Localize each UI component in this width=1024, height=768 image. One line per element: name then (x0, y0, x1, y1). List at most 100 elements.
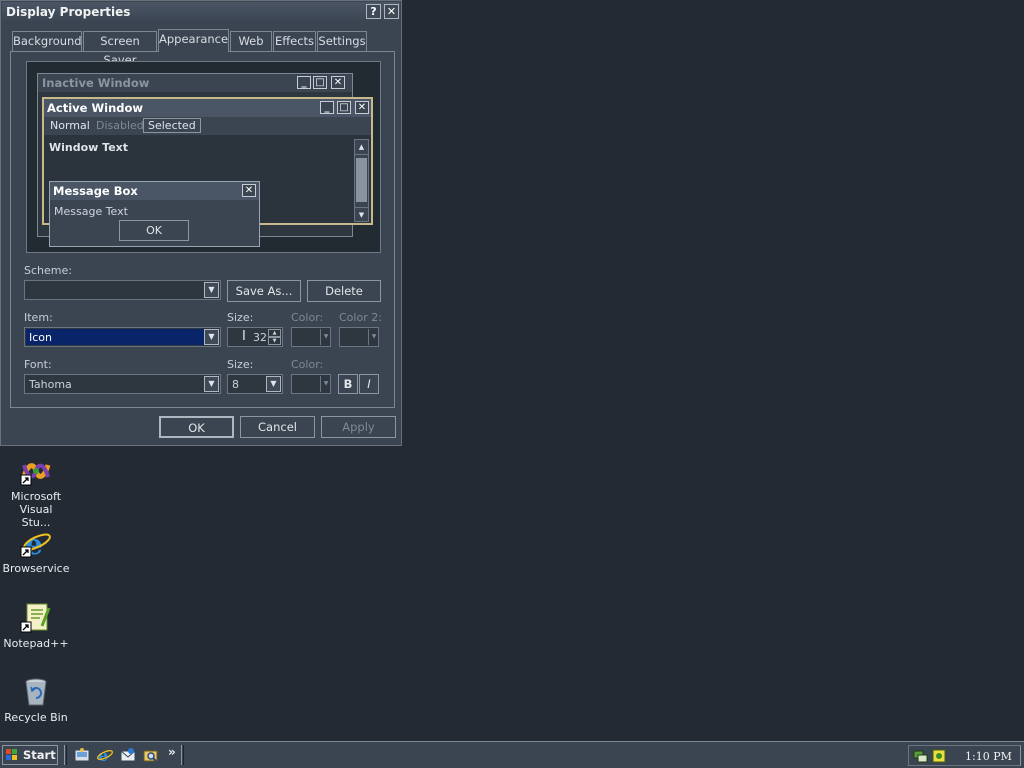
message-box-title: Message Box (53, 184, 138, 198)
tab-background[interactable]: Background (12, 31, 82, 51)
item-select[interactable]: Icon ▼ (24, 327, 221, 347)
item-color-picker: ▼ (291, 327, 331, 347)
item-size-spinner[interactable]: I 32 ▲ ▼ (227, 327, 283, 347)
recycle-bin-icon (20, 676, 52, 708)
font-color-label: Color: (291, 358, 324, 371)
maximize-icon: □ (313, 76, 327, 89)
bold-button[interactable]: B (338, 374, 358, 394)
maximize-icon: □ (337, 101, 351, 114)
internet-explorer-icon: e (20, 527, 52, 561)
message-text: Message Text (54, 205, 128, 218)
font-label: Font: (24, 358, 52, 371)
help-button[interactable]: ? (366, 4, 381, 19)
scroll-down-icon: ▼ (355, 207, 368, 222)
taskbar-grip (64, 745, 67, 765)
menu-selected: Selected (143, 118, 201, 133)
network-icon[interactable] (913, 748, 929, 764)
desktop-icon-label: Notepad++ (3, 637, 69, 650)
dialog-title: Display Properties (6, 5, 131, 19)
window-text: Window Text (49, 141, 129, 154)
item-color2-picker: ▼ (339, 327, 379, 347)
scheme-select[interactable]: ▼ (24, 280, 221, 300)
preview-scrollbar: ▲ ▼ (354, 139, 369, 222)
chevron-down-icon: ▼ (320, 329, 331, 345)
spin-down-icon[interactable]: ▼ (268, 337, 281, 345)
taskbar-grip (181, 745, 184, 765)
chevron-down-icon: ▼ (320, 376, 331, 392)
chevron-down-icon[interactable]: ▼ (204, 376, 219, 392)
delete-button[interactable]: Delete (307, 280, 381, 302)
item-label: Item: (24, 311, 53, 324)
item-size-value: 32 (253, 331, 267, 344)
spin-up-icon[interactable]: ▲ (268, 329, 281, 337)
font-size-select[interactable]: 8 ▼ (227, 374, 283, 394)
menu-disabled: Disabled (96, 119, 144, 132)
minimize-icon: _ (297, 76, 311, 89)
security-icon[interactable] (931, 748, 947, 764)
save-as-button[interactable]: Save As... (227, 280, 301, 302)
chevron-down-icon[interactable]: ▼ (266, 376, 281, 392)
dialog-titlebar[interactable]: Display Properties ? ✕ (2, 2, 400, 22)
notepad-plus-plus-icon (20, 602, 52, 634)
active-window-titlebar: Active Window _ □ ✕ (44, 99, 371, 117)
system-tray: 1:10 PM (908, 745, 1021, 766)
close-icon: ✕ (331, 76, 345, 89)
tab-web[interactable]: Web (230, 31, 272, 51)
apply-button[interactable]: Apply (321, 416, 396, 438)
search-folder-icon[interactable] (142, 746, 160, 764)
message-box-titlebar: Message Box ✕ (50, 182, 259, 200)
ok-button[interactable]: OK (159, 416, 234, 438)
font-select[interactable]: Tahoma ▼ (24, 374, 221, 394)
chevron-down-icon[interactable]: ▼ (204, 329, 219, 345)
minimize-icon: _ (320, 101, 334, 114)
item-color2-label: Color 2: (339, 311, 382, 324)
scroll-up-icon: ▲ (355, 140, 368, 155)
message-box-preview: Message Box ✕ Message Text OK (49, 181, 260, 247)
start-button[interactable]: Start (2, 745, 58, 765)
active-window-title: Active Window (47, 101, 144, 115)
inactive-window-title: Inactive Window (42, 76, 150, 90)
scheme-label: Scheme: (24, 264, 72, 277)
font-size-value: 8 (232, 378, 239, 391)
font-value: Tahoma (29, 378, 72, 391)
show-desktop-icon[interactable] (73, 746, 91, 764)
font-color-picker: ▼ (291, 374, 331, 394)
start-label: Start (23, 748, 56, 762)
cancel-button[interactable]: Cancel (240, 416, 315, 438)
clock[interactable]: 1:10 PM (965, 750, 1012, 763)
close-icon: ✕ (355, 101, 369, 114)
tab-screen-saver[interactable]: Screen Saver (83, 31, 157, 67)
desktop-icon-notepad-plus-plus[interactable]: Notepad++ (1, 602, 71, 650)
item-selection (26, 329, 204, 345)
tab-appearance[interactable]: Appearance (158, 29, 229, 52)
desktop-icon-browservice[interactable]: e Browservice (1, 527, 71, 575)
scroll-thumb (356, 158, 367, 202)
desktop-icon-visual-studio[interactable]: Microsoft Visual Stu... (1, 455, 71, 529)
desktop-icon-recycle-bin[interactable]: Recycle Bin (1, 676, 71, 724)
inactive-window-titlebar: Inactive Window _ □ ✕ (38, 74, 352, 92)
chevron-down-icon[interactable]: ▼ (204, 282, 219, 298)
chevron-down-icon: ▼ (368, 329, 379, 345)
font-size-label: Size: (227, 358, 254, 371)
internet-explorer-icon[interactable]: e (96, 746, 114, 765)
desktop-icon-label: Browservice (2, 562, 70, 575)
message-ok-button: OK (119, 220, 189, 241)
close-icon: ✕ (242, 184, 256, 197)
italic-button[interactable]: I (359, 374, 379, 394)
desktop-icon-label: Microsoft Visual Stu... (10, 490, 62, 529)
tab-settings[interactable]: Settings (317, 31, 367, 51)
item-value: Icon (29, 331, 52, 344)
quick-launch-chevron[interactable]: » (168, 745, 176, 759)
item-size-label: Size: (227, 311, 254, 324)
display-properties-dialog: Display Properties ? ✕ Background Screen… (0, 0, 402, 446)
close-button[interactable]: ✕ (384, 4, 399, 19)
visual-studio-icon (20, 455, 52, 487)
taskbar: Start e » 1:10 PM (0, 741, 1024, 768)
text-cursor-icon: I (242, 329, 246, 344)
item-color-label: Color: (291, 311, 324, 324)
preview-area: Inactive Window _ □ ✕ Active Window _ □ … (26, 61, 381, 253)
windows-logo-icon (6, 749, 18, 761)
outlook-express-icon[interactable] (119, 746, 137, 764)
tab-effects[interactable]: Effects (273, 31, 316, 51)
desktop-icon-label: Recycle Bin (4, 711, 68, 724)
